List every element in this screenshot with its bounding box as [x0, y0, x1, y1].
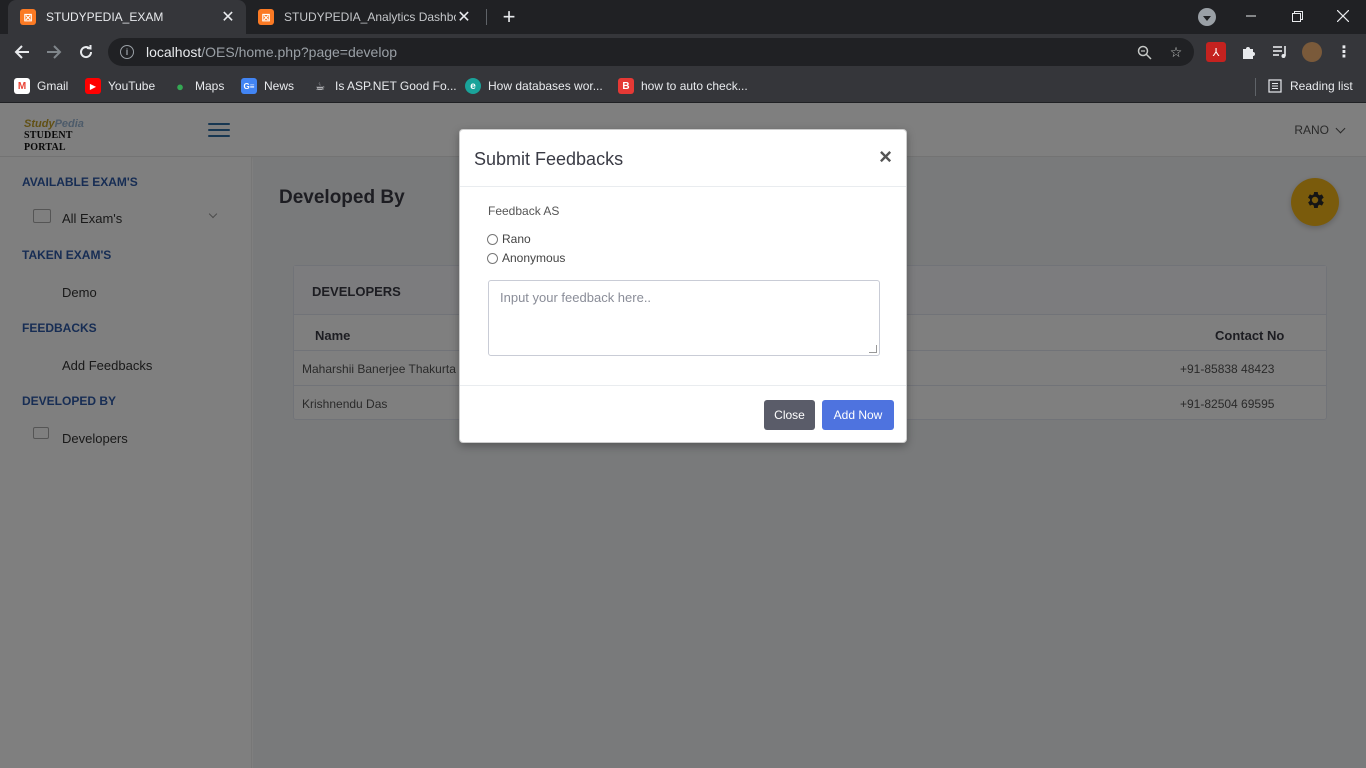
reading-list-label: Reading list [1290, 79, 1353, 93]
textarea-placeholder: Input your feedback here.. [500, 290, 652, 305]
coffee-icon: ☕ [315, 80, 325, 93]
reading-list-icon [1267, 78, 1283, 94]
tab-separator [486, 9, 487, 25]
browser-toolbar: i localhost/OES/home.php?page=develop ☆ … [0, 34, 1366, 70]
web-page: StudyPedia STUDENT PORTAL RANO AVAILABLE… [0, 103, 1366, 768]
bookmarks-bar: M Gmail ▶ YouTube ● Maps G≡ News ☕ Is AS… [0, 70, 1366, 103]
xampp-favicon-icon: ⊠ [258, 9, 274, 25]
modal-footer: Close Add Now [460, 385, 906, 443]
browser-menu-icon[interactable]: ⋮ [1334, 42, 1354, 62]
feedback-textarea[interactable]: Input your feedback here.. [488, 280, 880, 356]
reading-list-button[interactable]: Reading list [1267, 76, 1353, 96]
bookmark-label: YouTube [108, 79, 156, 93]
site-info-icon[interactable]: i [120, 45, 134, 59]
profile-avatar-icon[interactable] [1302, 42, 1322, 62]
browser-tabstrip: ⊠ STUDYPEDIA_EXAM ✕ ⊠ STUDYPEDIA_Analyti… [0, 0, 1366, 34]
restore-icon[interactable] [1274, 0, 1320, 32]
bookmark-label: Is ASP.NET Good Fo... [335, 79, 457, 93]
extensions-puzzle-icon[interactable] [1238, 42, 1258, 62]
tab-close-icon[interactable]: ✕ [220, 7, 236, 27]
tab-close-icon[interactable]: ✕ [456, 7, 472, 27]
feedback-as-label: Feedback AS [488, 204, 560, 218]
bookmark-star-icon[interactable]: ☆ [1166, 42, 1186, 62]
close-button[interactable]: Close [764, 400, 815, 430]
minimize-icon[interactable] [1228, 0, 1274, 32]
xampp-favicon-icon: ⊠ [20, 9, 36, 25]
pdf-extension-icon[interactable]: ⅄ [1206, 42, 1226, 62]
bookmark-maps[interactable]: ● Maps [172, 76, 224, 96]
tab-title: STUDYPEDIA_EXAM [46, 10, 164, 24]
tab-title: STUDYPEDIA_Analytics Dashboard [284, 10, 456, 24]
radio-button[interactable] [487, 233, 498, 245]
bookmark-auto-check[interactable]: B how to auto check... [618, 76, 748, 96]
radio-label: Rano [502, 232, 531, 246]
bookmark-label: News [264, 79, 295, 93]
zoom-icon[interactable] [1134, 42, 1154, 62]
address-bar[interactable]: i localhost/OES/home.php?page=develop ☆ [108, 38, 1194, 66]
gmail-icon: M [14, 78, 30, 94]
add-now-button[interactable]: Add Now [822, 400, 894, 430]
window-close-icon[interactable] [1320, 0, 1366, 32]
submit-feedback-modal: Submit Feedbacks × Feedback AS Rano Anon… [459, 129, 907, 443]
news-icon: G≡ [241, 78, 257, 94]
resize-handle-icon[interactable] [869, 345, 877, 353]
b-icon: B [618, 78, 634, 94]
radio-option-rano[interactable]: Rano [487, 232, 531, 246]
close-icon[interactable]: × [879, 146, 892, 168]
bookmarks-separator [1255, 78, 1256, 96]
url-text: localhost/OES/home.php?page=develop [146, 44, 398, 60]
back-arrow-icon[interactable] [8, 38, 36, 66]
reload-icon[interactable] [72, 38, 100, 66]
media-queue-icon[interactable] [1270, 42, 1290, 62]
radio-option-anonymous[interactable]: Anonymous [487, 251, 565, 265]
bookmark-label: how to auto check... [641, 79, 748, 93]
educative-icon: e [465, 78, 481, 94]
bookmark-label: Maps [195, 79, 225, 93]
bookmark-aspnet[interactable]: ☕ Is ASP.NET Good Fo... [312, 76, 457, 96]
new-tab-icon[interactable]: + [498, 4, 520, 30]
tab-studypedia-exam[interactable]: ⊠ STUDYPEDIA_EXAM ✕ [8, 0, 246, 34]
tab-analytics-dashboard[interactable]: ⊠ STUDYPEDIA_Analytics Dashboard ✕ [250, 0, 482, 34]
bookmark-gmail[interactable]: M Gmail [14, 76, 68, 96]
bookmark-label: Gmail [37, 79, 69, 93]
maps-icon: ● [176, 78, 184, 94]
bookmark-news[interactable]: G≡ News [241, 76, 294, 96]
tab-search-icon[interactable] [1198, 8, 1216, 26]
modal-title: Submit Feedbacks [474, 149, 624, 169]
bookmark-databases[interactable]: e How databases wor... [465, 76, 603, 96]
bookmark-youtube[interactable]: ▶ YouTube [85, 76, 155, 96]
youtube-icon: ▶ [85, 78, 101, 94]
radio-label: Anonymous [502, 251, 566, 265]
bookmark-label: How databases wor... [488, 79, 603, 93]
forward-arrow-icon[interactable] [40, 38, 68, 66]
modal-header: Submit Feedbacks × [460, 130, 906, 187]
radio-button[interactable] [487, 252, 498, 264]
